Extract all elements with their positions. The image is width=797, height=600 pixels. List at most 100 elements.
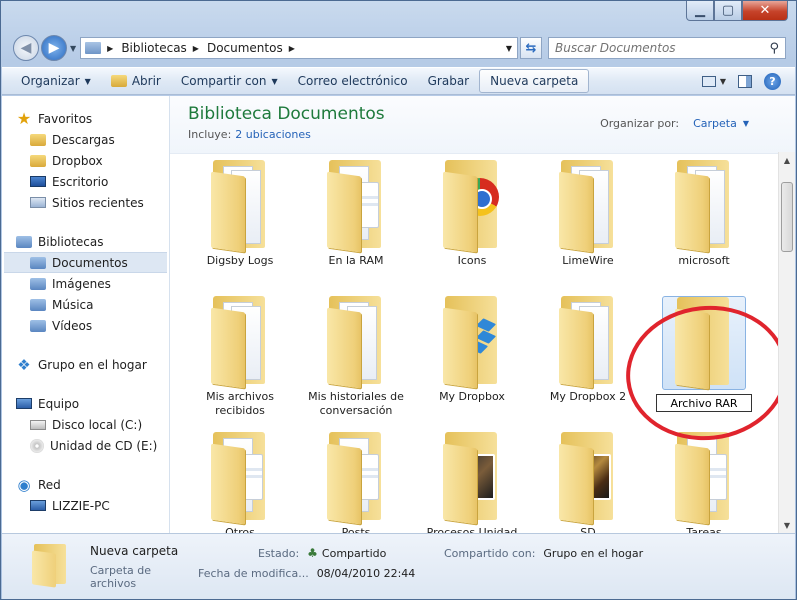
file-name: My Dropbox 2 (549, 390, 627, 403)
breadcrumb-separator-icon[interactable]: ▶ (107, 44, 113, 53)
file-name: SD (580, 526, 596, 533)
file-item[interactable]: microsoft (646, 158, 762, 284)
recent-pages-dropdown-icon[interactable]: ▼ (70, 44, 76, 53)
forward-button[interactable]: ▶ (41, 35, 67, 61)
sidebar-item-descargas[interactable]: Descargas (2, 129, 169, 150)
scroll-up-icon[interactable]: ▲ (779, 152, 795, 168)
organize-button[interactable]: Organizar ▼ (11, 69, 101, 93)
videos-library-icon (30, 319, 46, 332)
share-with-button[interactable]: Compartir con ▼ (171, 69, 288, 93)
rename-input[interactable] (656, 394, 752, 412)
sidebar-item-label: Grupo en el hogar (38, 357, 147, 372)
sidebar-item-escritorio[interactable]: Escritorio (2, 171, 169, 192)
open-label: Abrir (131, 74, 161, 88)
sidebar-item-documentos[interactable]: Documentos (4, 252, 167, 273)
sidebar-item-grupo-hogar[interactable]: ❖ Grupo en el hogar (2, 354, 169, 375)
sidebar-item-musica[interactable]: Música (2, 294, 169, 315)
state-label: Estado: (258, 546, 300, 560)
file-item[interactable]: En la RAM (298, 158, 414, 284)
breadcrumb-bibliotecas[interactable]: Bibliotecas (121, 41, 186, 55)
desktop-icon (30, 176, 46, 187)
sidebar-item-dropbox[interactable]: Dropbox (2, 150, 169, 171)
sidebar-item-disco-local[interactable]: Disco local (C:) (2, 414, 169, 435)
file-grid: Digsby Logs En la RAM Icons LimeWire microso… (182, 158, 772, 533)
preview-pane-icon[interactable] (738, 74, 752, 88)
file-item[interactable]: My Dropbox (414, 294, 530, 420)
email-label: Correo electrónico (297, 74, 408, 88)
sidebar-item-equipo[interactable]: Equipo (2, 393, 169, 414)
scroll-down-icon[interactable]: ▼ (779, 517, 795, 533)
address-dropdown-icon[interactable]: ▼ (501, 44, 517, 53)
sidebar-item-label: Música (52, 297, 94, 312)
new-folder-label: Nueva carpeta (490, 74, 579, 88)
sidebar-item-favoritos[interactable]: ★ Favoritos (2, 108, 169, 129)
breadcrumb-documentos[interactable]: Documentos (207, 41, 283, 55)
file-item[interactable]: LimeWire (530, 158, 646, 284)
scrollbar-thumb[interactable] (781, 182, 793, 252)
chevron-down-icon[interactable]: ▼ (743, 119, 749, 128)
file-item[interactable]: SD (530, 430, 646, 533)
search-input[interactable] (555, 41, 770, 55)
chevron-down-icon: ▼ (271, 76, 278, 86)
pictures-library-icon (30, 277, 46, 290)
file-item[interactable]: Procesos Unidad 1.ppt_media (414, 430, 530, 533)
file-item[interactable] (646, 294, 762, 420)
file-name: Mis historiales de conversación (308, 390, 404, 417)
sidebar-item-label: Dropbox (52, 153, 103, 168)
hard-disk-icon (30, 419, 46, 430)
folder-icon (325, 296, 387, 389)
sidebar-item-label: Sitios recientes (52, 195, 144, 210)
file-item[interactable]: Digsby Logs (182, 158, 298, 284)
email-button[interactable]: Correo electrónico (288, 69, 418, 93)
help-icon[interactable]: ? (764, 72, 781, 90)
breadcrumb-separator-icon[interactable]: ▶ (289, 44, 295, 53)
sidebar-item-sitios-recientes[interactable]: Sitios recientes (2, 192, 169, 213)
library-header: Biblioteca Documentos Incluye: 2 ubicacio… (170, 96, 795, 154)
sidebar-item-label: Equipo (38, 396, 80, 411)
back-arrow-icon: ◀ (20, 40, 32, 56)
arrange-by-dropdown[interactable]: Carpeta (693, 117, 737, 130)
address-bar[interactable]: ▶ Bibliotecas ▶ Documentos ▶ ▼ (80, 37, 518, 59)
sidebar-item-unidad-cd[interactable]: Unidad de CD (E:) (2, 435, 169, 456)
file-item[interactable]: My Dropbox 2 (530, 294, 646, 420)
change-view-icon[interactable] (701, 75, 716, 87)
open-button[interactable]: Abrir (101, 69, 171, 93)
maximize-button[interactable]: ▢ (714, 1, 742, 21)
folder-icon (441, 160, 503, 253)
file-item[interactable]: Posts (298, 430, 414, 533)
refresh-button[interactable]: ⇆ (520, 37, 542, 59)
sidebar-item-label: Red (38, 477, 61, 492)
modified-value: 08/04/2010 22:44 (316, 566, 416, 580)
file-item[interactable]: Otros (182, 430, 298, 533)
close-button[interactable]: ✕ (742, 1, 788, 21)
open-folder-icon (110, 75, 127, 87)
sidebar-item-videos[interactable]: Vídeos (2, 315, 169, 336)
sidebar-item-imagenes[interactable]: Imágenes (2, 273, 169, 294)
file-item[interactable]: Icons (414, 158, 530, 284)
search-box[interactable]: ⚲ (548, 37, 786, 59)
shared-with-value: Grupo en el hogar (543, 546, 644, 560)
file-name: Mis archivos recibidos (206, 390, 274, 417)
computer-icon (16, 398, 32, 409)
search-icon[interactable]: ⚲ (769, 41, 779, 56)
view-options-dropdown-icon[interactable]: ▼ (720, 77, 726, 86)
includes-locations-link[interactable]: 2 ubicaciones (235, 128, 311, 141)
vertical-scrollbar[interactable]: ▲ ▼ (778, 152, 795, 533)
file-item[interactable]: Mis archivos recibidos (182, 294, 298, 420)
downloads-folder-icon (30, 133, 46, 146)
sidebar-item-bibliotecas[interactable]: Bibliotecas (2, 231, 169, 252)
shared-with-label: Compartido con: (444, 546, 536, 560)
sidebar-item-red[interactable]: ◉ Red (2, 474, 169, 495)
back-button[interactable]: ◀ (13, 35, 39, 61)
sidebar-item-lizzie-pc[interactable]: LIZZIE-PC (2, 495, 169, 516)
music-library-icon (30, 298, 46, 311)
folder-icon (441, 432, 503, 525)
file-item[interactable]: Mis historiales de conversación (298, 294, 414, 420)
includes-label: Incluye: (188, 128, 232, 141)
minimize-button[interactable]: ▁ (686, 1, 714, 21)
file-item[interactable]: Tareas (646, 430, 762, 533)
file-name: En la RAM (328, 254, 384, 267)
breadcrumb-separator-icon[interactable]: ▶ (193, 44, 199, 53)
burn-button[interactable]: Grabar (418, 69, 480, 93)
new-folder-button[interactable]: Nueva carpeta (479, 69, 590, 93)
